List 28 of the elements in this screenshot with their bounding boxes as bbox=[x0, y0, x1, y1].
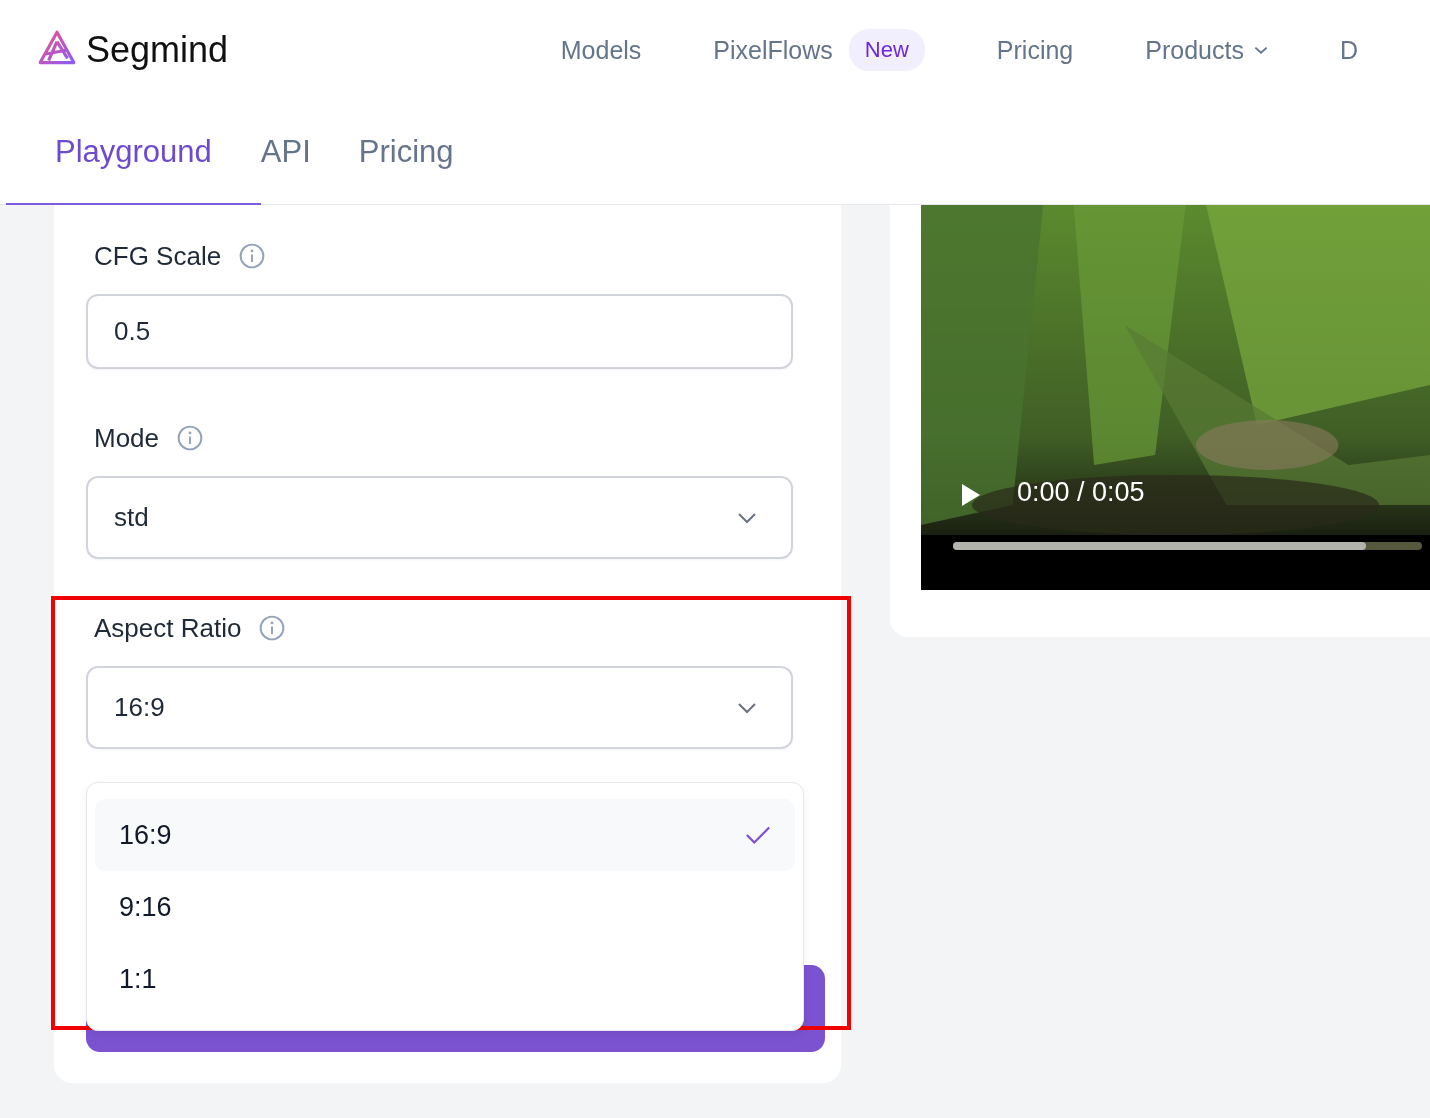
brand-name[interactable]: Segmind bbox=[86, 29, 229, 71]
progress-bar[interactable] bbox=[953, 542, 1422, 550]
nav-link[interactable]: D bbox=[1339, 35, 1358, 65]
nav-link[interactable]: PixelFlows bbox=[713, 35, 833, 65]
nav-link[interactable]: Models bbox=[560, 35, 642, 65]
check-icon bbox=[745, 825, 771, 845]
dropdown-option[interactable]: 1:1 bbox=[95, 943, 795, 1015]
field-label: Aspect Ratio bbox=[94, 612, 242, 644]
input-field[interactable]: 0.5 bbox=[86, 294, 793, 369]
new-badge: New bbox=[848, 29, 925, 71]
dropdown-option[interactable]: 9:16 bbox=[95, 871, 795, 943]
tab[interactable]: Pricing bbox=[358, 100, 502, 205]
dropdown-option[interactable]: 16:9 bbox=[95, 799, 795, 871]
nav-link[interactable]: Products bbox=[1145, 35, 1268, 65]
info-icon[interactable] bbox=[177, 425, 204, 451]
time-text: 0:00 / 0:05 bbox=[1017, 477, 1145, 508]
nav-link[interactable]: Pricing bbox=[996, 35, 1074, 65]
play-icon[interactable] bbox=[961, 483, 981, 507]
select-field[interactable]: std bbox=[86, 476, 793, 559]
field-label: Mode bbox=[94, 422, 160, 454]
info-icon[interactable] bbox=[259, 615, 286, 641]
tab[interactable]: API bbox=[260, 100, 359, 205]
chevron-icon bbox=[737, 511, 757, 524]
caret-icon bbox=[1253, 45, 1268, 55]
info-icon[interactable] bbox=[239, 243, 266, 269]
field-label: CFG Scale bbox=[94, 240, 222, 272]
select-field[interactable]: 16:9 bbox=[86, 666, 793, 749]
chevron-icon bbox=[737, 701, 757, 714]
